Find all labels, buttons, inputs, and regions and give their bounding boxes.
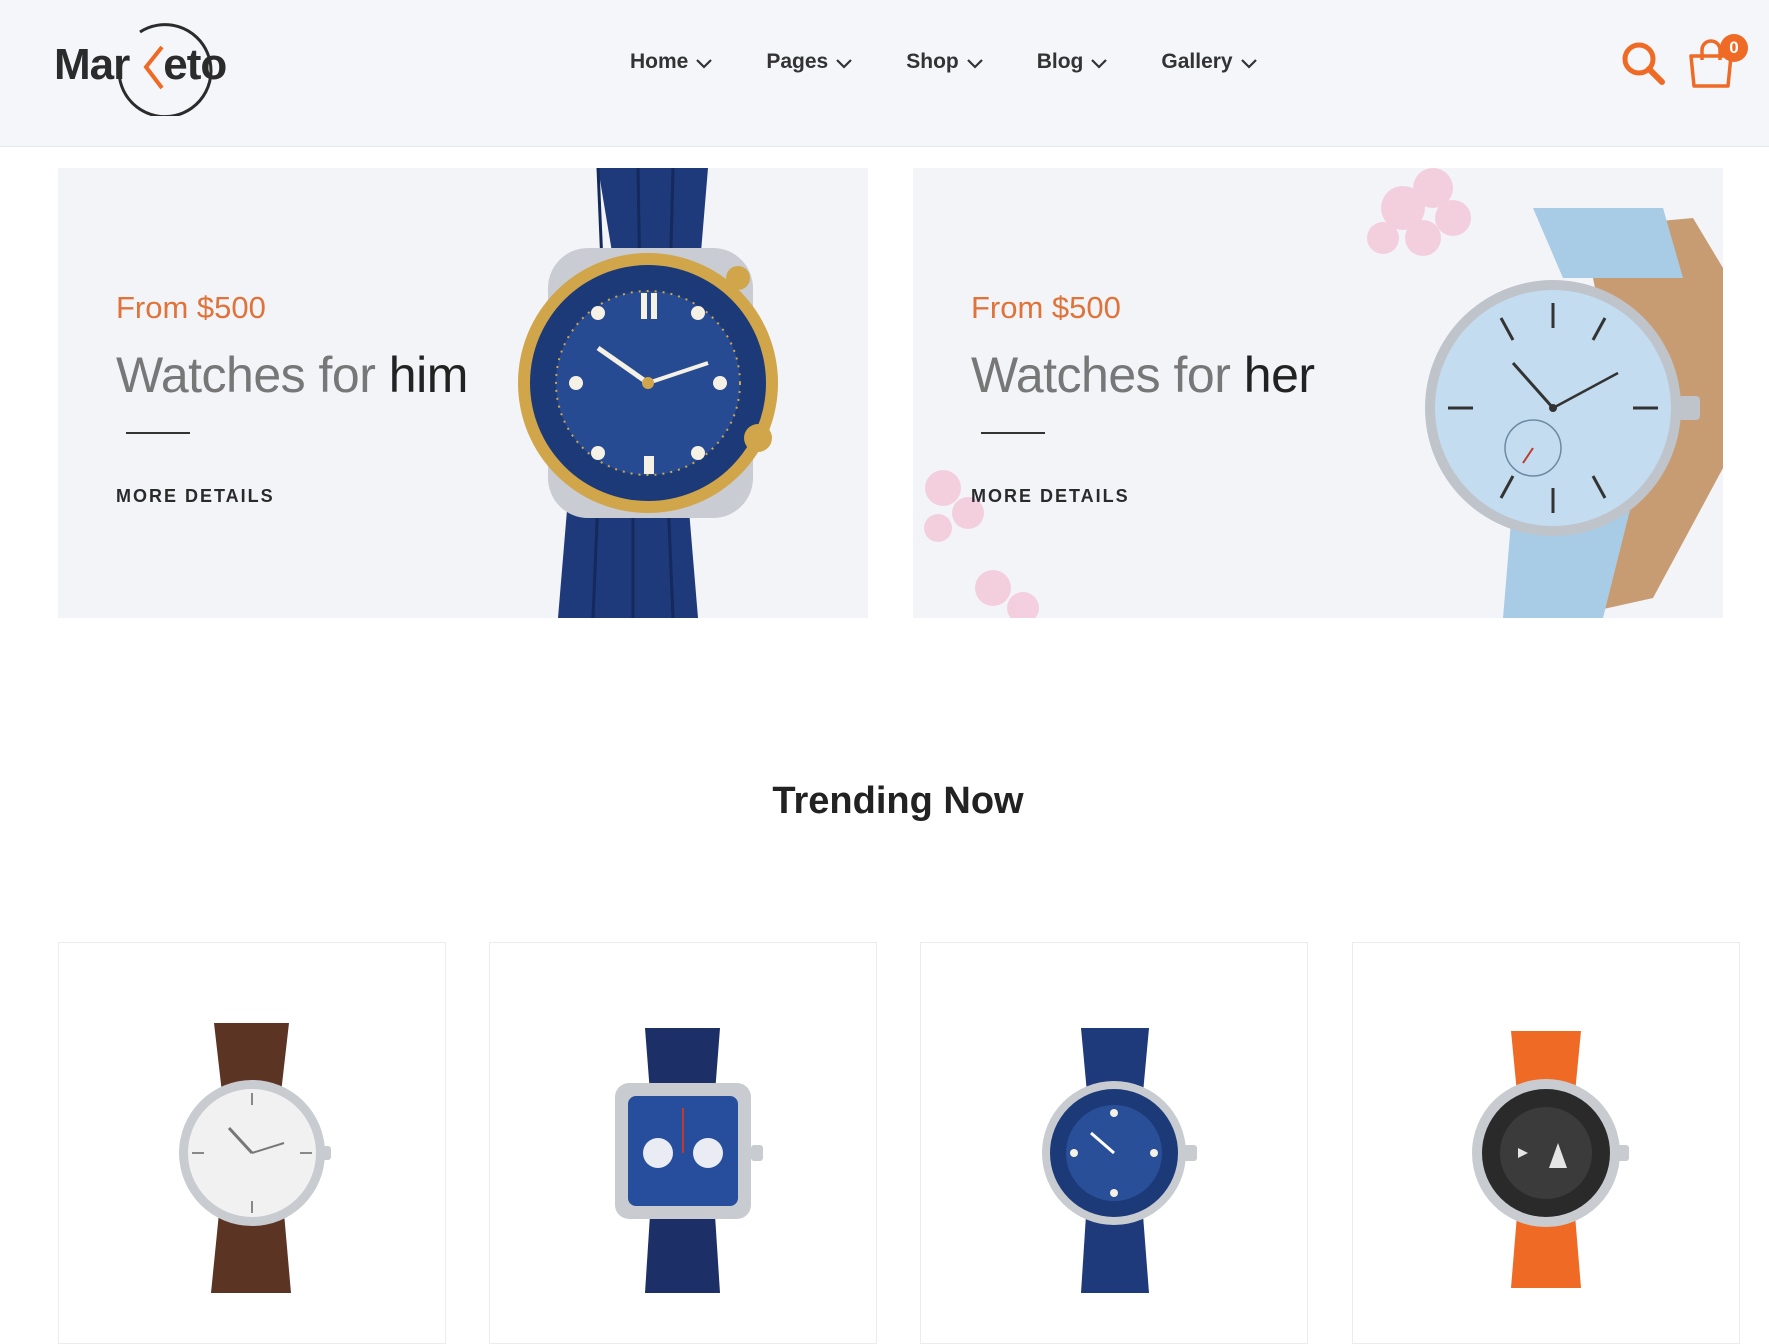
nav-item-blog[interactable]: Blog — [1037, 50, 1108, 74]
brown-leather-watch-image — [179, 1023, 331, 1293]
nav-label: Home — [630, 50, 689, 73]
main-nav: Home Pages Shop Blog Gallery — [630, 50, 1311, 74]
more-details-link[interactable]: MORE DETAILS — [971, 486, 1130, 507]
banner-title: Watches for her — [971, 347, 1315, 403]
dive-watch-image — [518, 168, 778, 618]
square-chronograph-watch-image — [615, 1028, 763, 1293]
banner-title: Watches for him — [116, 347, 468, 403]
nav-item-pages[interactable]: Pages — [766, 50, 853, 74]
nav-label: Gallery — [1161, 50, 1233, 73]
nav-label: Pages — [766, 50, 829, 73]
search-button[interactable] — [1620, 40, 1666, 86]
chevron-down-icon — [966, 59, 983, 69]
product-card[interactable] — [489, 942, 877, 1344]
brand-logo[interactable]: Mar eto — [54, 12, 264, 116]
logo-text: Mar eto — [54, 40, 227, 89]
site-header: Mar eto Home Pages Shop Blog Gallery 0 — [0, 0, 1769, 147]
nav-item-shop[interactable]: Shop — [906, 50, 983, 74]
nav-label: Blog — [1036, 50, 1084, 73]
banner-divider — [126, 432, 190, 434]
chevron-down-icon — [1240, 59, 1257, 69]
more-details-link[interactable]: MORE DETAILS — [116, 486, 275, 507]
orange-smartwatch-image — [1472, 1031, 1629, 1288]
banner-price: From $500 — [116, 290, 266, 325]
promo-banner-men[interactable]: From $500 Watches for him MORE DETAILS — [58, 168, 868, 618]
section-title: Trending Now — [772, 780, 1024, 822]
search-icon — [1622, 42, 1665, 85]
banner-divider — [981, 432, 1045, 434]
chevron-down-icon — [1091, 59, 1108, 69]
nav-label: Shop — [906, 50, 959, 73]
banner-price: From $500 — [971, 290, 1121, 325]
dress-watch-image — [1425, 208, 1723, 618]
chevron-down-icon — [836, 59, 853, 69]
promo-banner-women[interactable]: From $500 Watches for her MORE DETAILS — [913, 168, 1723, 618]
product-card[interactable] — [1352, 942, 1740, 1344]
blue-dive-watch-image — [1042, 1028, 1197, 1293]
nav-item-gallery[interactable]: Gallery — [1161, 50, 1257, 74]
nav-item-home[interactable]: Home — [630, 50, 713, 74]
cart-count-badge: 0 — [1720, 34, 1748, 62]
product-card[interactable] — [920, 942, 1308, 1344]
chevron-down-icon — [696, 59, 713, 69]
product-card[interactable] — [58, 942, 446, 1344]
